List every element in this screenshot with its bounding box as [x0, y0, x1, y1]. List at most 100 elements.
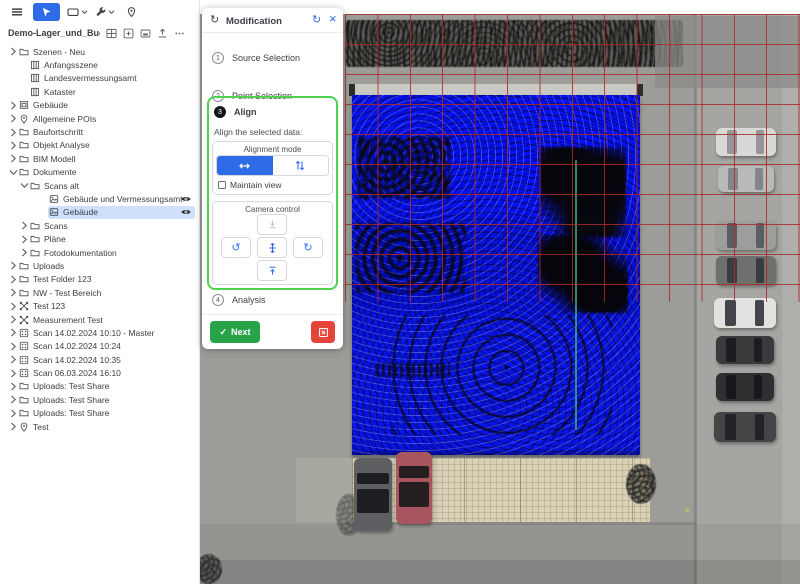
maintain-view-checkbox-row[interactable]: Maintain view [218, 180, 282, 190]
chevron-right-icon[interactable] [8, 154, 18, 163]
chevron-right-icon[interactable] [8, 114, 18, 123]
visibility-eye-icon[interactable] [180, 194, 192, 204]
chevron-right-icon[interactable] [19, 248, 29, 257]
chevron-right-icon[interactable] [19, 221, 29, 230]
tree-item-label: Uploads: Test Share [33, 408, 109, 418]
chevron-right-icon[interactable] [8, 261, 18, 270]
tree-item-label: Uploads [33, 261, 64, 271]
tree-item-geb-ude[interactable]: Gebäude [0, 99, 200, 112]
upload-icon[interactable] [157, 28, 168, 39]
tree-item-bim-modell[interactable]: BIM Modell [0, 152, 200, 165]
tree-item-anfangsszene[interactable]: Anfangsszene [0, 58, 200, 71]
step-analysis[interactable]: 4 Analysis [212, 294, 266, 306]
tree-item-geb-ude-und-vermessungsamt[interactable]: Gebäude und Vermessungsamt [0, 192, 200, 205]
tree-item-scan-06-03-2024-16-10[interactable]: Scan 06.03.2024 16:10 [0, 366, 200, 379]
vertical-align-button[interactable] [273, 156, 329, 175]
tree-item-content: Gebäude [18, 99, 195, 112]
tools-icon[interactable] [95, 3, 115, 21]
chevron-right-icon[interactable] [8, 409, 18, 418]
display-tool-icon[interactable] [67, 3, 88, 21]
tree-item-dokumente[interactable]: Dokumente [0, 166, 200, 179]
next-button[interactable]: ✓ Next [210, 321, 260, 343]
move-down-to-plane-button[interactable] [257, 214, 287, 235]
chevron-right-icon[interactable] [8, 328, 18, 337]
center-view-button[interactable] [257, 237, 287, 258]
tree-item-landesvermessungsamt[interactable]: Landesvermessungsamt [0, 72, 200, 85]
chevron-right-icon[interactable] [8, 141, 18, 150]
horizontal-align-button[interactable] [217, 156, 273, 175]
tree-item-uploads-test-share[interactable]: Uploads: Test Share [0, 393, 200, 406]
move-up-to-plane-button[interactable] [257, 260, 287, 281]
tree-item-scans[interactable]: Scans [0, 219, 200, 232]
poi-tool-icon[interactable] [122, 3, 140, 21]
rotate-cw-button[interactable]: ↻ [293, 237, 323, 258]
layout-icon[interactable] [106, 28, 117, 39]
tree-item-scans-alt[interactable]: Scans alt [0, 179, 200, 192]
tree-item-label: Scan 06.03.2024 16:10 [33, 368, 121, 378]
tree-item-kataster[interactable]: Kataster [0, 85, 200, 98]
tree-item-objekt-analyse[interactable]: Objekt Analyse [0, 139, 200, 152]
chevron-right-icon[interactable] [8, 369, 18, 378]
menu-icon[interactable] [8, 3, 26, 21]
tree-item-scan-14-02-2024-10-35[interactable]: Scan 14.02.2024 10:35 [0, 353, 200, 366]
tree-item-content: Kataster [29, 86, 195, 99]
tree-item-uploads-test-share[interactable]: Uploads: Test Share [0, 407, 200, 420]
tree-item-label: Scan 14.02.2024 10:10 - Master [33, 328, 154, 338]
scan-icon [19, 355, 29, 365]
tree-item-uploads-test-share[interactable]: Uploads: Test Share [0, 380, 200, 393]
chevron-right-icon[interactable] [8, 47, 18, 56]
refresh-icon[interactable]: ↻ [312, 15, 321, 25]
tree [626, 464, 656, 504]
chevron-right-icon[interactable] [8, 355, 18, 364]
tree-item-pl-ne[interactable]: Pläne [0, 232, 200, 245]
rotate-ccw-button[interactable]: ↺ [221, 237, 251, 258]
chevron-down-icon[interactable] [8, 168, 18, 177]
tree-item-label: Fotodokumentation [44, 248, 117, 258]
tree-item-measurement-test[interactable]: Measurement Test [0, 313, 200, 326]
chevron-right-icon[interactable] [8, 288, 18, 297]
add-box-icon[interactable] [123, 28, 134, 39]
checkbox[interactable] [218, 181, 226, 189]
tree-item-label: Dokumente [33, 167, 76, 177]
scene-icon [30, 60, 40, 70]
tree-item-szenen-neu[interactable]: Szenen - Neu [0, 45, 200, 58]
visibility-eye-icon[interactable] [180, 207, 192, 217]
tree-item-geb-ude[interactable]: Gebäude [0, 206, 200, 219]
frame-box-icon[interactable] [140, 28, 151, 39]
close-icon[interactable]: × [329, 13, 337, 25]
more-icon[interactable] [174, 28, 185, 39]
chevron-right-icon[interactable] [8, 342, 18, 351]
tree-item-test[interactable]: Test [0, 420, 200, 433]
cursor-tool-icon[interactable] [33, 3, 60, 21]
chevron-right-icon[interactable] [8, 302, 18, 311]
tree-item-allgemeine-pois[interactable]: Allgemeine POIs [0, 112, 200, 125]
chevron-right-icon[interactable] [8, 395, 18, 404]
tree-item-content: Uploads: Test Share [18, 394, 195, 407]
tree-item-scan-14-02-2024-10-24[interactable]: Scan 14.02.2024 10:24 [0, 340, 200, 353]
tree-item-scan-14-02-2024-10-10-master[interactable]: Scan 14.02.2024 10:10 - Master [0, 326, 200, 339]
chevron-right-icon[interactable] [19, 235, 29, 244]
main-toolbar [0, 0, 200, 24]
tree-item-baufortschritt[interactable]: Baufortschritt [0, 125, 200, 138]
tree-item-content: Pläne [29, 233, 195, 246]
folder-icon [19, 140, 29, 150]
chevron-right-icon[interactable] [8, 101, 18, 110]
tree-item-test-123[interactable]: Test 123 [0, 299, 200, 312]
chevron-right-icon[interactable] [8, 128, 18, 137]
chevron-right-icon[interactable] [8, 275, 18, 284]
tree-item-nw-test-bereich[interactable]: NW - Test Bereich [0, 286, 200, 299]
chevron-right-icon[interactable] [8, 382, 18, 391]
tree-item-fotodokumentation[interactable]: Fotodokumentation [0, 246, 200, 259]
tree-item-uploads[interactable]: Uploads [0, 259, 200, 272]
step-number: 4 [212, 294, 224, 306]
step-source-selection[interactable]: 1 Source Selection [212, 52, 300, 64]
tree-item-test-folder-123[interactable]: Test Folder 123 [0, 273, 200, 286]
chevron-right-icon[interactable] [8, 315, 18, 324]
tree-item-content: Gebäude und Vermessungsamt [48, 193, 195, 206]
chevron-right-icon[interactable] [8, 422, 18, 431]
step-align[interactable]: 3 Align [214, 106, 257, 118]
image-icon [49, 207, 59, 217]
folder-icon [19, 127, 29, 137]
chevron-down-icon[interactable] [19, 181, 29, 190]
discard-button[interactable] [311, 321, 335, 343]
